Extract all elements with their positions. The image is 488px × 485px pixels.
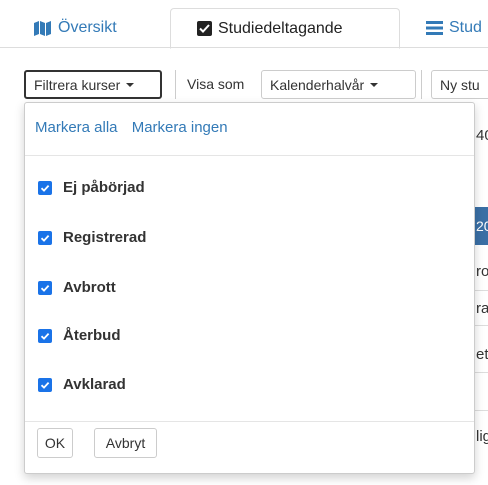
background-text: 40 [476, 127, 488, 144]
filter-courses-button[interactable]: Filtrera kurser [24, 70, 162, 99]
filter-item-aterbud[interactable]: Återbud [38, 327, 121, 344]
background-text: et [476, 346, 488, 363]
checkmark-icon [40, 381, 50, 389]
map-icon [34, 21, 51, 36]
background-row-line [474, 372, 488, 373]
filter-item-label: Ej påbörjad [63, 179, 145, 196]
checkbox-checked[interactable] [38, 230, 52, 245]
checkmark-icon [40, 284, 50, 292]
tab-oversikt[interactable]: Översikt [20, 8, 168, 48]
checkmark-icon [40, 234, 50, 242]
background-row-line [474, 290, 488, 291]
select-none-link[interactable]: Markera ingen [132, 119, 228, 136]
background-text: lig [476, 428, 488, 445]
checkmark-icon [40, 332, 50, 340]
ok-button[interactable]: OK [37, 428, 73, 458]
cancel-button[interactable]: Avbryt [94, 428, 157, 458]
caret-down-icon [126, 82, 135, 87]
list-icon [426, 21, 443, 35]
tab-bar-border [0, 47, 488, 48]
background-row-line [474, 410, 488, 411]
new-study-button[interactable]: Ny stu [431, 70, 488, 99]
kalenderhalvar-select[interactable]: Kalenderhalvår [261, 70, 416, 99]
tab-studiedeltagande-label: Studiedeltagande [218, 19, 343, 37]
checkbox-checked[interactable] [38, 180, 52, 195]
background-text: ra [476, 300, 488, 317]
filter-item-ej-paborjad[interactable]: Ej påbörjad [38, 179, 145, 196]
select-links: Markera alla Markera ingen [35, 119, 238, 136]
tab-stud[interactable]: Stud [412, 8, 488, 48]
toolbar-separator [421, 70, 422, 99]
filter-item-avklarad[interactable]: Avklarad [38, 376, 126, 393]
tab-stud-label: Stud [449, 19, 482, 36]
select-all-link[interactable]: Markera alla [35, 119, 118, 136]
toolbar-separator [175, 70, 176, 99]
caret-down-icon [370, 82, 379, 87]
dropdown-divider [25, 155, 474, 156]
visa-som-label: Visa som [187, 76, 245, 92]
checkbox-checked[interactable] [38, 328, 52, 343]
checkmark-icon [40, 184, 50, 192]
checkbox-checked[interactable] [38, 280, 52, 295]
checkbox-checked[interactable] [38, 377, 52, 392]
new-study-label: Ny stu [440, 76, 480, 93]
dropdown-divider [25, 421, 474, 422]
filter-item-avbrott[interactable]: Avbrott [38, 279, 116, 296]
tab-oversikt-label: Översikt [58, 19, 117, 36]
filter-courses-label: Filtrera kurser [34, 76, 121, 93]
check-square-icon [197, 21, 212, 36]
filter-item-label: Återbud [63, 327, 121, 344]
tab-studiedeltagande[interactable]: Studiedeltagande [170, 8, 400, 49]
tab-bar: Översikt Studiedeltagande Stud [0, 0, 488, 49]
filter-item-registrerad[interactable]: Registrerad [38, 229, 146, 246]
background-row-line [474, 325, 488, 326]
filter-item-label: Avklarad [63, 376, 126, 393]
kalenderhalvar-label: Kalenderhalvår [270, 76, 365, 93]
filter-dropdown-menu: Markera alla Markera ingen Ej påbörjad R… [24, 102, 475, 474]
background-text: ro [476, 263, 488, 280]
filter-item-label: Registrerad [63, 229, 147, 246]
background-header-text: 20 [476, 218, 488, 234]
filter-item-label: Avbrott [63, 279, 116, 296]
